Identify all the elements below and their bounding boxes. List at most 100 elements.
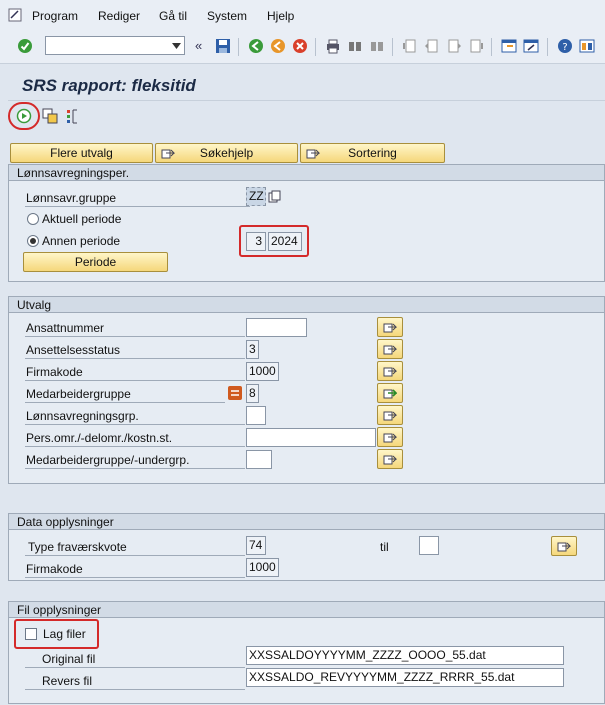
multiple-selection-active-icon	[383, 389, 397, 399]
menu-bar: Program Rediger Gå til System Hjelp	[0, 0, 605, 30]
original-fil-value: XXSSALDOYYYYMM_ZZZZ_OOOO_55.dat	[249, 648, 486, 662]
aktuell-periode-label: Aktuell periode	[42, 212, 122, 226]
enter-icon[interactable]	[17, 38, 33, 54]
system-menu-icon[interactable]	[8, 8, 22, 22]
medarbeidergruppe-field[interactable]: 8	[246, 384, 259, 403]
new-session-icon[interactable]	[501, 38, 517, 54]
medarbeidergruppe-undergrp-multiple-button[interactable]	[377, 449, 403, 469]
next-page-icon[interactable]	[446, 38, 462, 54]
multiple-selection-icon	[383, 455, 397, 465]
label-underline	[25, 577, 245, 578]
first-page-icon[interactable]	[402, 38, 418, 54]
find-next-icon[interactable]	[369, 38, 385, 54]
group-lonnsavregningsperiode: Lønnsavregningsper. Lønnsavr.gruppe ZZ A…	[8, 164, 605, 282]
application-toolbar	[8, 100, 605, 130]
ansattnummer-multiple-button[interactable]	[377, 317, 403, 337]
menu-ga-til[interactable]: Gå til	[159, 9, 187, 23]
pers-omr-field[interactable]	[246, 428, 376, 447]
label-underline	[25, 689, 245, 690]
data-firmakode-value: 1000	[249, 560, 276, 574]
firmakode-label: Firmakode	[26, 365, 83, 379]
ansattnummer-label: Ansattnummer	[26, 321, 105, 335]
group-header: Lønnsavregningsper.	[9, 165, 604, 181]
label-underline	[25, 468, 245, 469]
copy-icon[interactable]	[268, 190, 281, 203]
menu-program[interactable]: Program	[32, 9, 78, 23]
layout-icon[interactable]	[579, 38, 595, 54]
revers-fil-field[interactable]: XXSSALDO_REVYYYYMM_ZZZZ_RRRR_55.dat	[246, 668, 564, 687]
print-icon[interactable]	[325, 38, 341, 54]
exit-icon[interactable]	[270, 38, 286, 54]
firmakode-value: 1000	[249, 364, 276, 378]
periode-button[interactable]: Periode	[23, 252, 168, 272]
variants-icon[interactable]	[42, 108, 58, 124]
medarbeidergruppe-value: 8	[249, 386, 256, 400]
medarbeidergruppe-undergrp-field[interactable]	[246, 450, 272, 469]
group-header: Utvalg	[9, 297, 604, 313]
lonnsavr-gruppe-field[interactable]: ZZ	[246, 187, 266, 206]
firmakode-multiple-button[interactable]	[377, 361, 403, 381]
menu-hjelp[interactable]: Hjelp	[267, 9, 294, 23]
selection-options-icon[interactable]	[65, 108, 81, 124]
lonnsavregningsgrp-multiple-button[interactable]	[377, 405, 403, 425]
aktuell-periode-radio[interactable]	[27, 213, 39, 225]
label-underline	[25, 358, 245, 359]
find-icon[interactable]	[347, 38, 363, 54]
equals-option-icon[interactable]	[228, 386, 242, 400]
multiple-selection-icon	[383, 411, 397, 421]
prev-page-icon[interactable]	[424, 38, 440, 54]
firmakode-field[interactable]: 1000	[246, 362, 279, 381]
highlight-box	[239, 225, 309, 257]
ansettelsesstatus-multiple-button[interactable]	[377, 339, 403, 359]
group-header: Data opplysninger	[9, 514, 604, 530]
ansattnummer-field[interactable]	[246, 318, 307, 337]
lonnsavregningsgrp-field[interactable]	[246, 406, 266, 425]
group-title: Fil opplysninger	[17, 603, 102, 617]
type-fravaerskvote-multiple-button[interactable]	[551, 536, 577, 556]
menu-system[interactable]: System	[207, 9, 247, 23]
command-field[interactable]	[45, 36, 185, 55]
back-icon[interactable]	[248, 38, 264, 54]
arrow-icon	[306, 149, 320, 159]
back-double-icon[interactable]: «	[195, 38, 202, 53]
sokehjelp-label: Søkehjelp	[199, 146, 254, 160]
help-icon[interactable]: ?	[557, 38, 573, 54]
last-page-icon[interactable]	[468, 38, 484, 54]
shortcut-icon[interactable]	[523, 38, 539, 54]
group-data-opplysninger: Data opplysninger Type fraværskvote 74 t…	[8, 513, 605, 581]
flere-utvalg-button[interactable]: Flere utvalg	[10, 143, 153, 163]
label-underline	[25, 446, 245, 447]
type-fravaerskvote-field[interactable]: 74	[246, 536, 266, 555]
pers-omr-multiple-button[interactable]	[377, 427, 403, 447]
medarbeidergruppe-multiple-button[interactable]	[377, 383, 403, 403]
multiple-selection-icon	[557, 542, 571, 552]
type-fravaerskvote-label: Type fraværskvote	[28, 540, 127, 554]
toolbar-separator	[392, 38, 393, 56]
lonnsavr-gruppe-label: Lønnsavr.gruppe	[26, 191, 117, 205]
medarbeidergruppe-label: Medarbeidergruppe	[26, 387, 131, 401]
toolbar-separator	[238, 38, 239, 56]
original-fil-field[interactable]: XXSSALDOYYYYMM_ZZZZ_OOOO_55.dat	[246, 646, 564, 665]
label-underline	[25, 555, 245, 556]
annen-periode-radio[interactable]	[27, 235, 39, 247]
ansettelsesstatus-field[interactable]: 3	[246, 340, 259, 359]
arrow-icon	[161, 149, 175, 159]
group-title: Data opplysninger	[17, 515, 114, 529]
data-firmakode-field[interactable]: 1000	[246, 558, 279, 577]
label-underline	[25, 380, 245, 381]
til-field[interactable]	[419, 536, 439, 555]
toolbar-separator	[315, 38, 316, 56]
chevron-down-icon[interactable]	[172, 43, 181, 49]
group-title: Lønnsavregningsper.	[17, 166, 130, 180]
sokehjelp-button[interactable]: Søkehjelp	[155, 143, 298, 163]
save-icon[interactable]	[215, 38, 231, 54]
revers-fil-value: XXSSALDO_REVYYYYMM_ZZZZ_RRRR_55.dat	[249, 670, 515, 684]
label-underline	[25, 424, 245, 425]
menu-rediger[interactable]: Rediger	[98, 9, 140, 23]
standard-toolbar: « ?	[0, 30, 605, 64]
til-label: til	[380, 540, 389, 554]
group-utvalg: Utvalg Ansattnummer Ansettelsesstatus 3 …	[8, 296, 605, 484]
group-fil-opplysninger: Fil opplysninger Lag filer Original fil …	[8, 601, 605, 704]
sortering-button[interactable]: Sortering	[300, 143, 445, 163]
cancel-icon[interactable]	[292, 38, 308, 54]
